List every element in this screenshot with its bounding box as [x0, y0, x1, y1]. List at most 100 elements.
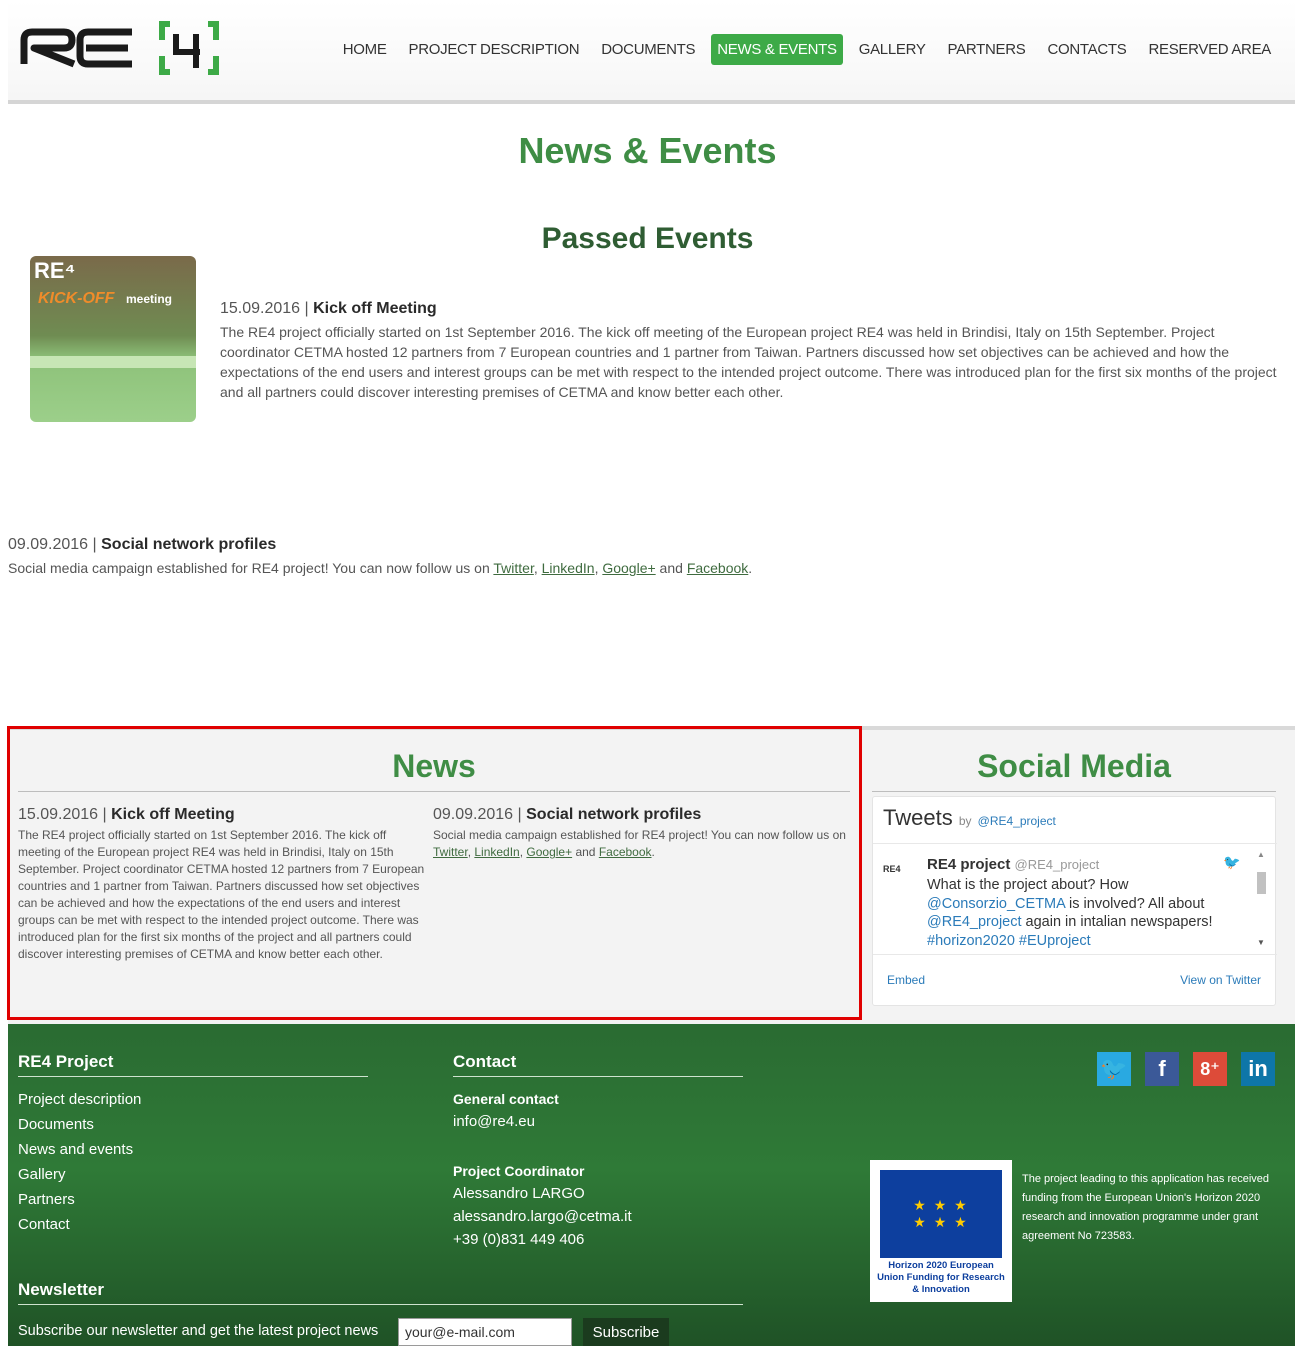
- news-text-prefix: Social media campaign established for RE…: [433, 828, 846, 842]
- tweet-text-part: again in intalian newspapers!: [1021, 914, 1213, 930]
- footer-link-news-events[interactable]: News and events: [18, 1141, 133, 1158]
- eu-horizon-logo: ★ ★ ★ ★ ★ ★ Horizon 2020 European Union F…: [870, 1160, 1012, 1302]
- footer-link-partners[interactable]: Partners: [18, 1191, 75, 1208]
- event-text-prefix: Social media campaign established for RE…: [8, 560, 494, 576]
- footer-link-documents[interactable]: Documents: [18, 1116, 94, 1133]
- tweet-scrollbar[interactable]: ▲ ▼: [1255, 850, 1267, 950]
- subscribe-button[interactable]: Subscribe: [583, 1318, 669, 1346]
- tweet-author-name: RE4 project: [927, 856, 1011, 873]
- footer-divider: [18, 1076, 368, 1077]
- hashtag-links[interactable]: #horizon2020 #EUproject: [927, 933, 1091, 949]
- news-item: 15.09.2016 | Kick off Meeting The RE4 pr…: [18, 806, 432, 963]
- event-description: The RE4 project officially started on 1s…: [220, 324, 1277, 400]
- news-date: 15.09.2016: [18, 806, 99, 823]
- linkedin-link[interactable]: LinkedIn: [542, 560, 595, 576]
- event-title[interactable]: Kick off Meeting: [313, 300, 437, 317]
- news-title: News: [392, 748, 476, 784]
- nav-project-description[interactable]: PROJECT DESCRIPTION: [403, 34, 586, 65]
- googleplus-link[interactable]: Google+: [602, 560, 655, 576]
- tweet-text-part: is involved? All about: [1065, 895, 1205, 912]
- coordinator-phone: +39 (0)831 449 406: [453, 1231, 585, 1248]
- mention-link[interactable]: @Consorzio_CETMA: [927, 896, 1065, 912]
- event-title[interactable]: Social network profiles: [101, 536, 276, 553]
- news-date: 09.09.2016: [433, 806, 514, 823]
- news-separator: |: [98, 806, 112, 823]
- facebook-icon[interactable]: f: [1145, 1052, 1179, 1086]
- event-description: Social media campaign established for RE…: [8, 558, 908, 578]
- news-divider: [18, 791, 850, 792]
- googleplus-link[interactable]: Google+: [526, 845, 572, 859]
- tweet-list[interactable]: RE4 RE4 project @RE4_project 🐦 What is t…: [873, 843, 1277, 955]
- embed-link[interactable]: Embed: [887, 973, 925, 987]
- scroll-up-icon[interactable]: ▲: [1257, 850, 1265, 859]
- tweet-text: What is the project about? How @Consorzio…: [927, 876, 1247, 950]
- nav-contacts[interactable]: CONTACTS: [1041, 34, 1132, 65]
- event-separator: |: [300, 300, 314, 317]
- news-heading: 15.09.2016 | Kick off Meeting: [18, 806, 432, 824]
- coordinator-name: Alessandro LARGO: [453, 1185, 585, 1202]
- newsletter-email-input[interactable]: [398, 1318, 572, 1346]
- text-and: and: [655, 560, 687, 576]
- event-separator: |: [88, 536, 102, 553]
- coordinator-label: Project Coordinator: [453, 1163, 585, 1179]
- nav-news-events[interactable]: NEWS & EVENTS: [711, 34, 843, 65]
- nav-home[interactable]: HOME: [337, 34, 393, 65]
- tweets-handle-link[interactable]: @RE4_project: [978, 814, 1056, 828]
- general-contact-label: General contact: [453, 1091, 559, 1107]
- google-plus-icon[interactable]: 8⁺: [1193, 1052, 1227, 1086]
- eu-funding-text: The project leading to this application …: [1022, 1173, 1270, 1242]
- eu-flag-icon: ★ ★ ★ ★ ★ ★: [880, 1170, 1002, 1258]
- footer-contact-heading: Contact: [453, 1052, 517, 1071]
- footer-project-heading: RE4 Project: [18, 1052, 114, 1071]
- social-media-title: Social Media: [977, 748, 1171, 784]
- event-heading: 09.09.2016 | Social network profiles: [8, 536, 908, 554]
- tweets-header: Tweets by @RE4_project: [883, 805, 1056, 831]
- twitter-link[interactable]: Twitter: [433, 845, 468, 859]
- thumb-meeting-text: meeting: [126, 292, 173, 306]
- coordinator-email[interactable]: alessandro.largo@cetma.it: [453, 1208, 632, 1225]
- nav-documents[interactable]: DOCUMENTS: [595, 34, 701, 65]
- kickoff-event-image[interactable]: RE⁴ KICK-OFF meeting: [30, 256, 196, 422]
- linkedin-icon[interactable]: in: [1241, 1052, 1275, 1086]
- tweet-text-part: What is the project about? How: [927, 877, 1129, 893]
- footer-link-gallery[interactable]: Gallery: [18, 1166, 66, 1183]
- newsletter-heading: Newsletter: [18, 1280, 104, 1299]
- tweets-label: Tweets: [883, 805, 953, 830]
- nav-reserved-area[interactable]: RESERVED AREA: [1142, 34, 1277, 65]
- footer-link-contact[interactable]: Contact: [18, 1216, 70, 1233]
- text-period: .: [651, 845, 655, 859]
- footer-divider: [18, 1304, 743, 1305]
- news-description: Social media campaign established for RE…: [433, 827, 847, 861]
- nav-gallery[interactable]: GALLERY: [853, 34, 932, 65]
- footer-divider: [453, 1076, 743, 1077]
- mention-link[interactable]: @RE4_project: [927, 914, 1022, 930]
- site-header: HOME PROJECT DESCRIPTION DOCUMENTS NEWS …: [8, 0, 1295, 104]
- section-title: Passed Events: [541, 222, 754, 255]
- re4-logo[interactable]: [20, 18, 220, 78]
- scroll-down-icon[interactable]: ▼: [1257, 938, 1265, 947]
- facebook-link[interactable]: Facebook: [687, 560, 748, 576]
- event-item: 09.09.2016 | Social network profiles Soc…: [8, 536, 908, 578]
- facebook-link[interactable]: Facebook: [599, 845, 652, 859]
- eu-caption: Horizon 2020 European Union Funding for …: [877, 1260, 1005, 1295]
- twitter-timeline-widget: Tweets by @RE4_project RE4 RE4 project @…: [872, 796, 1277, 1006]
- twitter-icon[interactable]: 🐦: [1097, 1052, 1131, 1086]
- twitter-link[interactable]: Twitter: [493, 560, 533, 576]
- thumb-stripe: [30, 356, 196, 368]
- news-item: 09.09.2016 | Social network profiles Soc…: [433, 806, 847, 861]
- view-on-twitter-link[interactable]: View on Twitter: [1180, 973, 1261, 987]
- text-and: and: [572, 845, 599, 859]
- tweet-author[interactable]: RE4 project @RE4_project: [927, 856, 1099, 873]
- general-contact-email[interactable]: info@re4.eu: [453, 1113, 535, 1130]
- nav-partners[interactable]: PARTNERS: [942, 34, 1032, 65]
- news-heading: 09.09.2016 | Social network profiles: [433, 806, 847, 824]
- footer-link-project-description[interactable]: Project description: [18, 1091, 141, 1108]
- twitter-bird-icon[interactable]: 🐦: [1223, 854, 1240, 871]
- linkedin-link[interactable]: LinkedIn: [474, 845, 519, 859]
- news-item-title[interactable]: Kick off Meeting: [111, 806, 235, 823]
- scrollbar-thumb[interactable]: [1257, 872, 1266, 894]
- event-item: 15.09.2016 | Kick off Meeting The RE4 pr…: [220, 300, 1282, 402]
- newsletter-description: Subscribe our newsletter and get the lat…: [18, 1323, 379, 1339]
- news-item-title[interactable]: Social network profiles: [526, 806, 701, 823]
- avatar[interactable]: RE4: [883, 864, 901, 874]
